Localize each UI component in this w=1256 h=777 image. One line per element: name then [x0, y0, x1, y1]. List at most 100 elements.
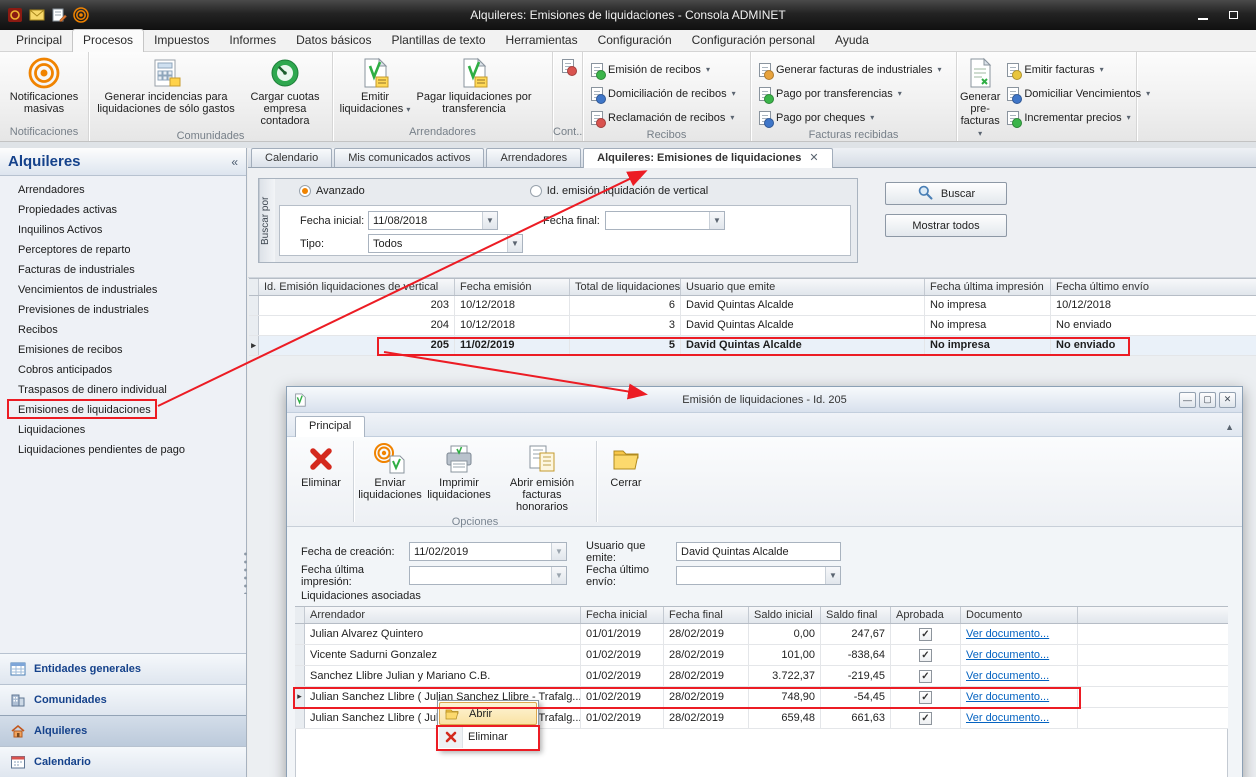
tab-ayuda[interactable]: Ayuda [825, 30, 879, 51]
enviar-liquidaciones-button[interactable]: Enviar liquidaciones [356, 441, 424, 503]
sidebar-item-propiedades-activas[interactable]: Propiedades activas [0, 200, 246, 220]
tab-plantillas-texto[interactable]: Plantillas de texto [381, 30, 495, 51]
sidebar-item-traspasos-dinero[interactable]: Traspasos de dinero individual [0, 380, 246, 400]
cargar-cuotas-button[interactable]: Cargar cuotas empresa contadora [241, 55, 329, 129]
sidebar-item-vencimientos-industriales[interactable]: Vencimientos de industriales [0, 280, 246, 300]
col-usuario-emite[interactable]: Usuario que emite [681, 279, 925, 295]
liquidacion-row-1[interactable]: Julian Alvarez Quintero 01/01/2019 28/02… [295, 624, 1228, 645]
nav-calendario[interactable]: Calendario [0, 746, 246, 777]
document-icon[interactable] [562, 59, 574, 73]
aprobada-checkbox[interactable]: ✓ [919, 649, 932, 662]
tab-impuestos[interactable]: Impuestos [144, 30, 219, 51]
dialog-tab-principal[interactable]: Principal [295, 416, 365, 437]
tab-principal[interactable]: Principal [6, 30, 72, 51]
generar-prefacturas-button[interactable]: Generar pre-facturas ▾ [959, 55, 1001, 142]
collapse-ribbon-icon[interactable]: ▲ [1225, 422, 1234, 432]
generar-facturas-industriales-button[interactable]: Generar facturas de industriales▾ [753, 59, 948, 80]
doc-tab-arrendadores[interactable]: Arrendadores [486, 148, 581, 167]
eliminar-button[interactable]: Eliminar [293, 441, 349, 491]
nav-comunidades[interactable]: Comunidades [0, 684, 246, 715]
fecha-impresion-combo[interactable]: ▼ [409, 566, 567, 585]
sidebar-item-arrendadores[interactable]: Arrendadores [0, 180, 246, 200]
emision-recibos-button[interactable]: Emisión de recibos▾ [585, 59, 716, 80]
incrementar-precios-button[interactable]: Incrementar precios▾ [1001, 107, 1156, 128]
tab-datos-basicos[interactable]: Datos básicos [286, 30, 381, 51]
doc-tab-mis-comunicados[interactable]: Mis comunicados activos [334, 148, 484, 167]
emitir-facturas-button[interactable]: Emitir facturas▾ [1001, 59, 1156, 80]
col-aprobada[interactable]: Aprobada [891, 607, 961, 623]
col-total-liquidaciones[interactable]: Total de liquidaciones [570, 279, 681, 295]
sidebar-item-perceptores-reparto[interactable]: Perceptores de reparto [0, 240, 246, 260]
sidebar-item-facturas-industriales[interactable]: Facturas de industriales [0, 260, 246, 280]
grid-row-205-selected[interactable]: ▸ 205 11/02/2019 5 David Quintas Alcalde… [249, 336, 1256, 356]
ver-documento-link[interactable]: Ver documento... [966, 712, 1049, 724]
sidebar-item-cobros-anticipados[interactable]: Cobros anticipados [0, 360, 246, 380]
restore-button[interactable] [1220, 6, 1246, 24]
pago-transferencias-button[interactable]: Pago por transferencias▾ [753, 83, 908, 104]
mail-icon[interactable] [28, 7, 45, 24]
aprobada-checkbox[interactable]: ✓ [919, 712, 932, 725]
tab-herramientas[interactable]: Herramientas [496, 30, 588, 51]
nav-alquileres[interactable]: Alquileres [0, 715, 246, 746]
notificaciones-masivas-button[interactable]: Notificaciones masivas [2, 55, 86, 117]
col-documento[interactable]: Documento [961, 607, 1078, 623]
radio-id-emision[interactable]: Id. emisión liquidación de vertical [530, 185, 708, 197]
col-fecha-emision[interactable]: Fecha emisión [455, 279, 570, 295]
grid-row-203[interactable]: 203 10/12/2018 6 David Quintas Alcalde N… [249, 296, 1256, 316]
chevron-down-icon[interactable]: ▼ [507, 235, 522, 252]
sidebar-item-recibos[interactable]: Recibos [0, 320, 246, 340]
close-tab-icon[interactable]: ✕ [809, 150, 818, 167]
aprobada-checkbox[interactable]: ✓ [919, 691, 932, 704]
grid-row-204[interactable]: 204 10/12/2018 3 David Quintas Alcalde N… [249, 316, 1256, 336]
context-menu-eliminar[interactable]: Eliminar [439, 725, 537, 748]
doc-tab-calendario[interactable]: Calendario [251, 148, 332, 167]
aprobada-checkbox[interactable]: ✓ [919, 670, 932, 683]
tipo-combo[interactable]: Todos▼ [368, 234, 523, 253]
chevron-down-icon[interactable]: ▼ [482, 212, 497, 229]
radio-avanzado[interactable]: Avanzado [299, 185, 365, 197]
app-icon[interactable] [6, 7, 23, 24]
generar-incidencias-button[interactable]: Generar incidencias para liquidaciones d… [91, 55, 241, 117]
context-menu-abrir[interactable]: Abrir [439, 702, 537, 725]
col-saldo-final[interactable]: Saldo final [821, 607, 891, 623]
fecha-envio-combo[interactable]: ▼ [676, 566, 841, 585]
sidebar-item-liquidaciones-pendientes[interactable]: Liquidaciones pendientes de pago [0, 440, 246, 460]
liquidacion-row-3[interactable]: Sanchez Llibre Julian y Mariano C.B. 01/… [295, 666, 1228, 687]
tab-configuracion-personal[interactable]: Configuración personal [682, 30, 825, 51]
fecha-creacion-combo[interactable]: 11/02/2019▼ [409, 542, 567, 561]
tab-configuracion[interactable]: Configuración [588, 30, 682, 51]
chevron-down-icon[interactable]: ▼ [825, 567, 840, 584]
domiciliar-vencimientos-button[interactable]: Domiciliar Vencimientos▾ [1001, 83, 1156, 104]
col-arrendador[interactable]: Arrendador [305, 607, 581, 623]
ver-documento-link[interactable]: Ver documento... [966, 670, 1049, 682]
pago-cheques-button[interactable]: Pago por cheques▾ [753, 107, 880, 128]
col-fecha-inicial[interactable]: Fecha inicial [581, 607, 664, 623]
imprimir-liquidaciones-button[interactable]: Imprimir liquidaciones [424, 441, 494, 503]
domiciliacion-recibos-button[interactable]: Domiciliación de recibos▾ [585, 83, 742, 104]
tab-procesos[interactable]: Procesos [72, 29, 144, 52]
liquidacion-row-4-selected[interactable]: ▸ Julian Sanchez Llibre ( Julian Sanchez… [295, 687, 1228, 708]
minimize-button[interactable] [1190, 6, 1216, 24]
cerrar-button[interactable]: Cerrar [599, 441, 653, 491]
usuario-emite-field[interactable]: David Quintas Alcalde [676, 542, 841, 561]
abrir-emision-facturas-button[interactable]: Abrir emisión facturas honorarios [494, 441, 590, 515]
doc-tab-emisiones-liquidaciones[interactable]: Alquileres: Emisiones de liquidaciones✕ [583, 148, 832, 168]
fecha-inicial-combo[interactable]: 11/08/2018▼ [368, 211, 498, 230]
liquidacion-row-2[interactable]: Vicente Sadurni Gonzalez 01/02/2019 28/0… [295, 645, 1228, 666]
sidebar-item-inquilinos-activos[interactable]: Inquilinos Activos [0, 220, 246, 240]
reclamacion-recibos-button[interactable]: Reclamación de recibos▾ [585, 107, 740, 128]
dialog-close-button[interactable]: ✕ [1219, 392, 1236, 408]
liquidacion-row-5[interactable]: Julian Sanchez Llibre ( Julian Sanchez L… [295, 708, 1228, 729]
col-fecha-final[interactable]: Fecha final [664, 607, 749, 623]
sidebar-item-liquidaciones[interactable]: Liquidaciones [0, 420, 246, 440]
nav-entidades-generales[interactable]: Entidades generales [0, 653, 246, 684]
ver-documento-link[interactable]: Ver documento... [966, 691, 1049, 703]
fecha-final-combo[interactable]: ▼ [605, 211, 725, 230]
col-saldo-inicial[interactable]: Saldo inicial [749, 607, 821, 623]
sidebar-item-emisiones-recibos[interactable]: Emisiones de recibos [0, 340, 246, 360]
ver-documento-link[interactable]: Ver documento... [966, 628, 1049, 640]
buscar-button[interactable]: Buscar [885, 182, 1007, 205]
col-id-emision[interactable]: Id. Emisión liquidaciones de vertical [259, 279, 455, 295]
sidebar-item-previsiones-industriales[interactable]: Previsiones de industriales [0, 300, 246, 320]
ver-documento-link[interactable]: Ver documento... [966, 649, 1049, 661]
